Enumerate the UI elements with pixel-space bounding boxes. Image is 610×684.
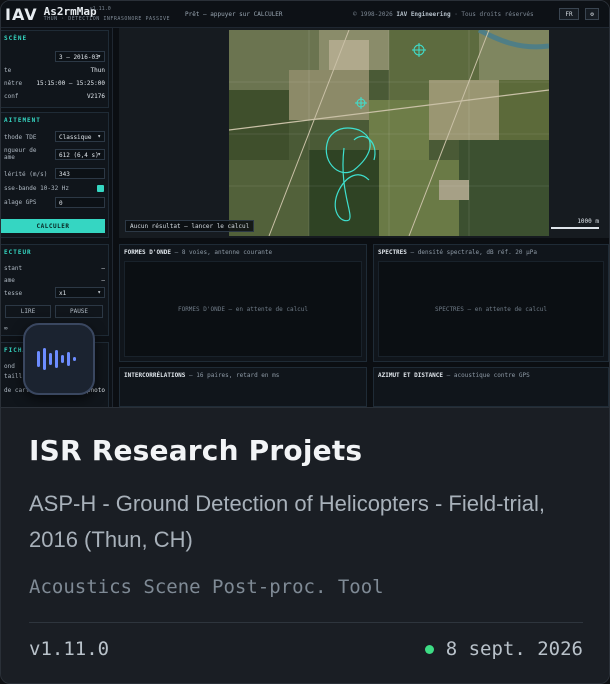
spectra-panel: SPECTRES — densité spectrale, dB réf. 20… <box>373 244 609 362</box>
pause-button[interactable]: PAUSE <box>55 305 103 318</box>
method-select[interactable]: Classique <box>55 131 105 142</box>
bandpass-checkbox[interactable] <box>97 185 104 192</box>
speed-input[interactable]: 343 <box>55 168 105 179</box>
aerial-photo <box>229 30 549 236</box>
length-select[interactable]: 612 (6,4 s) <box>55 149 105 160</box>
scene-select[interactable]: 3 — 2016-03 <box>55 51 105 62</box>
scale-bar: 1000 m <box>551 218 599 229</box>
spectra-placeholder: SPECTRES — en attente de calcul <box>378 261 604 357</box>
play-button[interactable]: LIRE <box>5 305 51 318</box>
orthophoto-map[interactable] <box>229 30 549 236</box>
version-label: v1.11.0 <box>29 638 110 660</box>
card-subtitle: Acoustics Scene Post-proc. Tool <box>29 576 384 598</box>
status-text: Prêt — appuyer sur CALCULER <box>185 11 283 18</box>
divider <box>29 622 583 623</box>
settings-button[interactable]: ⚙ <box>585 8 599 20</box>
gps-offset-input[interactable]: 0 <box>55 197 105 208</box>
status-dot-icon <box>424 644 434 654</box>
gear-icon: ⚙ <box>590 10 594 18</box>
app-icon <box>23 323 95 395</box>
site-value: Thun <box>90 67 105 74</box>
calculate-button[interactable]: CALCULER <box>1 219 105 233</box>
language-select[interactable]: FR <box>559 8 579 20</box>
project-card[interactable]: IAV As2rmMap v1.11.0 THUN · DÉTECTION IN… <box>0 0 610 684</box>
window-value: 15:15:00 — 15:25:00 <box>36 80 105 87</box>
copyright: © 1998-2026 IAV Engineering · Tous droit… <box>353 11 534 18</box>
map-status: Aucun résultat — lancer le calcul <box>125 220 255 232</box>
map-view[interactable]: Aucun résultat — lancer le calcul 1000 m <box>119 28 609 238</box>
scene-panel: SCÈNE 3 — 2016-03 teThun nêtre15:15:00 —… <box>1 30 109 108</box>
release-date: 8 sept. 2026 <box>445 638 583 660</box>
waveforms-panel: FORMES D'ONDE — 8 voies, antenne courant… <box>119 244 367 362</box>
card-title: ISR Research Projets <box>29 434 363 467</box>
processing-panel: AITEMENT thode TDE Classique ngueur de a… <box>1 112 109 238</box>
brand-logo: IAV <box>5 4 38 24</box>
playback-speed-select[interactable]: x1 <box>55 287 105 298</box>
waveforms-placeholder: FORMES D'ONDE — en attente de calcul <box>124 261 362 357</box>
azimuth-panel: AZIMUT ET DISTANCE — acoustique contre G… <box>373 367 609 407</box>
waveform-icon <box>37 348 76 370</box>
app-version: v1.11.0 <box>89 6 111 12</box>
app-subtitle: THUN · DÉTECTION INFRASONORE PASSIVE <box>43 16 171 22</box>
xcorr-panel: INTERCORRÉLATIONS — 16 paires, retard en… <box>119 367 367 407</box>
app-header: IAV As2rmMap v1.11.0 THUN · DÉTECTION IN… <box>1 1 609 28</box>
conf-value: V2176 <box>86 93 105 100</box>
app-screenshot-preview: IAV As2rmMap v1.11.0 THUN · DÉTECTION IN… <box>1 1 609 407</box>
card-description: ASP-H - Ground Detection of Helicopters … <box>29 491 545 552</box>
card-body: ISR Research Projets ASP-H - Ground Dete… <box>1 407 609 683</box>
panel-title: SCÈNE <box>4 35 28 42</box>
